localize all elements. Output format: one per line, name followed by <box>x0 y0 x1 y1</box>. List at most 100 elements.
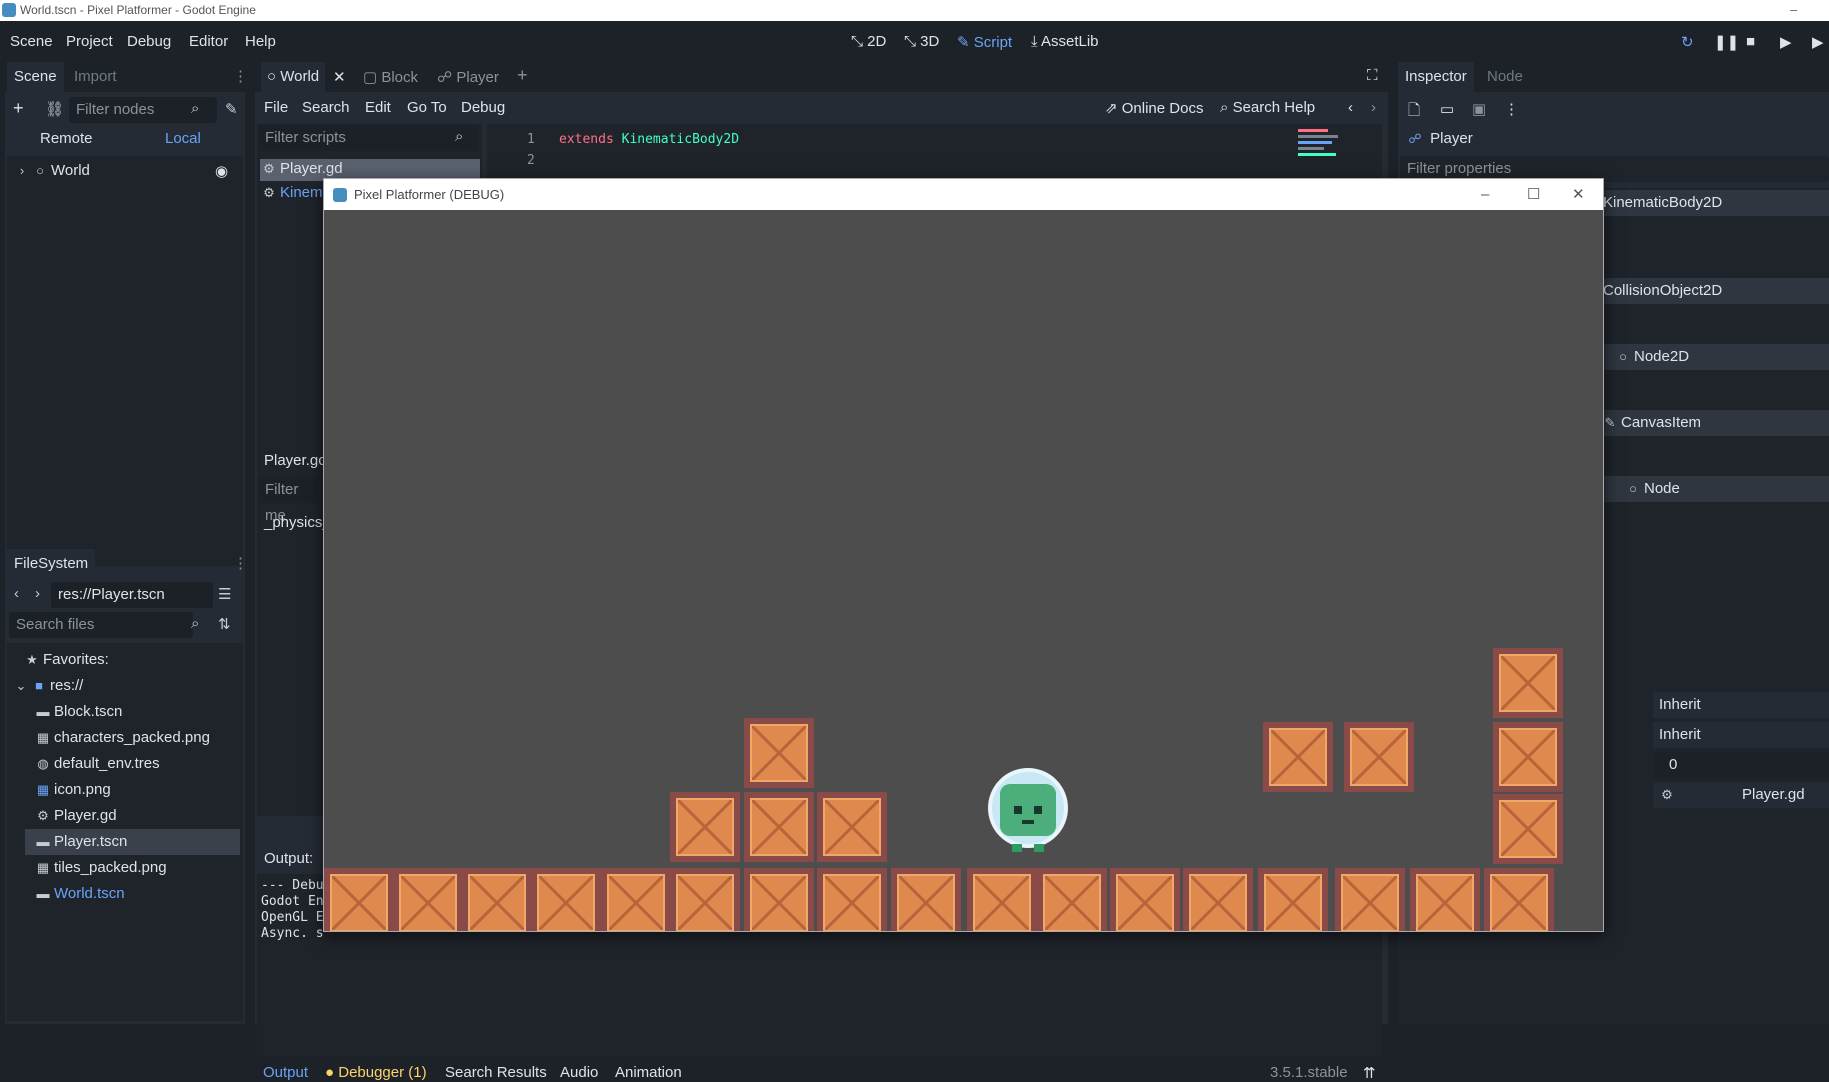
tab-filesystem[interactable]: FileSystem <box>7 549 96 579</box>
new-resource-icon[interactable]: 🗋 <box>1408 100 1420 125</box>
tab-import[interactable]: Import <box>67 62 124 92</box>
folder-icon: ■ <box>35 678 43 693</box>
online-docs-button[interactable]: ⇗ Online Docs <box>1105 99 1203 117</box>
section-kinematicbody2d[interactable]: KinematicBody2D <box>1603 194 1722 211</box>
script-list-item[interactable]: ⚙ Kinem <box>262 184 322 201</box>
close-icon[interactable]: ✕ <box>1572 179 1585 210</box>
workspace-3d-button[interactable]: ⤡ 3D <box>904 33 939 50</box>
close-tab-icon[interactable]: ✕ <box>333 68 346 86</box>
file-item[interactable]: ▦ tiles_packed.png <box>36 859 167 876</box>
pin-panel-icon[interactable]: ⇈ <box>1363 1064 1376 1082</box>
method-item[interactable]: _physics_ <box>264 514 331 531</box>
bottom-tab-audio[interactable]: Audio <box>560 1064 598 1081</box>
crate-block <box>744 868 814 931</box>
file-item[interactable]: ▦ characters_packed.png <box>36 729 210 746</box>
tab-scene[interactable]: Scene <box>7 62 64 92</box>
bottom-tab-debugger[interactable]: ● Debugger (1) <box>325 1064 427 1081</box>
bottom-tab-output[interactable]: Output <box>263 1064 308 1081</box>
script-menu-debug[interactable]: Debug <box>461 99 505 116</box>
2d-icon: ⤡ <box>851 33 868 50</box>
maximize-icon[interactable]: ☐ <box>1527 179 1540 210</box>
file-item[interactable]: ▦ icon.png <box>36 781 111 798</box>
fullscreen-icon[interactable]: ⛶ <box>1367 67 1378 84</box>
dock-menu-icon[interactable]: ⋮ <box>233 554 248 572</box>
add-tab-icon[interactable]: + <box>517 65 528 86</box>
pause-icon[interactable]: ❚❚ <box>1714 33 1739 51</box>
tab-node[interactable]: Node <box>1480 62 1530 92</box>
script-menu-file[interactable]: File <box>264 99 288 116</box>
code-line[interactable]: extends KinematicBody2D <box>559 132 739 147</box>
game-viewport[interactable] <box>324 210 1603 931</box>
reload-icon[interactable]: ↻ <box>1681 33 1694 51</box>
menu-project[interactable]: Project <box>66 33 113 50</box>
scene-file-icon: ▬ <box>36 704 50 719</box>
section-collisionobject2d[interactable]: CollisionObject2D <box>1603 282 1722 299</box>
tree-item-world[interactable]: › ○ World <box>15 162 90 179</box>
section-node2d[interactable]: ○ Node2D <box>1616 348 1689 365</box>
search-files-input[interactable]: Search files <box>9 612 193 638</box>
filter-methods-input[interactable]: Filter me <box>258 477 318 524</box>
forward-icon[interactable]: › <box>35 585 40 602</box>
script-list-item[interactable]: ⚙ Player.gd <box>262 160 342 177</box>
output-title: Output: <box>264 850 314 867</box>
dock-menu-icon[interactable]: ⋮ <box>233 67 248 85</box>
file-item[interactable]: ▬ Block.tscn <box>36 703 123 720</box>
prev-icon[interactable]: ‹ <box>1348 99 1353 116</box>
tab-block[interactable]: ▢ Block <box>363 68 418 86</box>
next-icon[interactable]: › <box>1371 99 1376 116</box>
environment-file-icon: ◍ <box>37 756 49 771</box>
visibility-eye-icon[interactable]: ◉ <box>215 162 228 180</box>
workspace-assetlib-button[interactable]: ⤓ AssetLib <box>1031 33 1099 50</box>
play-custom-icon[interactable]: ▶ <box>1812 33 1824 51</box>
add-node-icon[interactable]: + <box>13 98 24 119</box>
favorites-item[interactable]: ★ Favorites: <box>25 651 109 668</box>
file-item-selected[interactable]: ▬ Player.tscn <box>36 833 128 850</box>
back-icon[interactable]: ‹ <box>14 585 19 602</box>
menu-editor[interactable]: Editor <box>189 33 228 50</box>
section-canvasitem[interactable]: ✎ CanvasItem <box>1603 414 1702 431</box>
code-minimap[interactable] <box>1298 126 1342 170</box>
property-value[interactable]: Inherit <box>1659 696 1701 713</box>
filter-scripts-input[interactable]: Filter scripts <box>258 125 478 151</box>
inspected-object[interactable]: ☍ Player <box>1408 130 1472 147</box>
bottom-tab-animation[interactable]: Animation <box>615 1064 682 1081</box>
tab-inspector[interactable]: Inspector <box>1398 62 1474 92</box>
script-menu-edit[interactable]: Edit <box>365 99 391 116</box>
link-icon[interactable]: ⛓ <box>45 100 64 118</box>
save-icon[interactable]: ▣ <box>1472 100 1486 118</box>
open-folder-icon[interactable]: ▭ <box>1440 100 1454 118</box>
script-menu-goto[interactable]: Go To <box>407 99 447 116</box>
menu-scene[interactable]: Scene <box>10 33 53 50</box>
split-view-icon[interactable]: ☰ <box>218 585 231 603</box>
search-help-button[interactable]: ⌕ Search Help <box>1220 99 1315 116</box>
script-attach-icon[interactable]: ✎ <box>225 100 238 118</box>
file-item[interactable]: ⚙ Player.gd <box>36 807 116 824</box>
path-field[interactable]: res://Player.tscn <box>51 582 213 608</box>
file-item[interactable]: ▬ World.tscn <box>36 885 125 902</box>
more-menu-icon[interactable]: ⋮ <box>1504 100 1519 118</box>
property-value[interactable]: Inherit <box>1659 726 1701 743</box>
menu-help[interactable]: Help <box>245 33 276 50</box>
search-icon: ⌕ <box>191 100 200 117</box>
script-property[interactable]: ⚙ Player.gd <box>1660 786 1804 803</box>
local-button[interactable]: Local <box>165 130 201 147</box>
file-item[interactable]: ◍ default_env.tres <box>36 755 159 772</box>
bottom-tab-search-results[interactable]: Search Results <box>445 1064 547 1081</box>
workspace-script-button[interactable]: ✎ Script <box>957 33 1012 51</box>
section-node[interactable]: ○ Node <box>1626 480 1680 497</box>
crate-block <box>324 868 394 931</box>
tab-world[interactable]: ○ World <box>261 62 326 92</box>
stop-icon[interactable]: ■ <box>1746 33 1755 50</box>
play-scene-icon[interactable]: ▶ <box>1780 33 1792 51</box>
tab-player[interactable]: ☍ Player <box>437 68 499 86</box>
property-value[interactable]: 0 <box>1669 756 1677 773</box>
remote-button[interactable]: Remote <box>40 130 93 147</box>
script-menu-search[interactable]: Search <box>302 99 350 116</box>
window-titlebar: World.tscn - Pixel Platformer - Godot En… <box>0 0 1829 21</box>
workspace-2d-button[interactable]: ⤡ 2D <box>851 33 886 50</box>
menu-debug[interactable]: Debug <box>127 33 171 50</box>
minimize-icon[interactable]: – <box>1481 179 1489 210</box>
minimize-button[interactable]: – <box>1790 0 1797 20</box>
sort-icon[interactable]: ⇅ <box>218 615 231 633</box>
folder-res[interactable]: ⌄ ■ res:// <box>14 677 84 694</box>
